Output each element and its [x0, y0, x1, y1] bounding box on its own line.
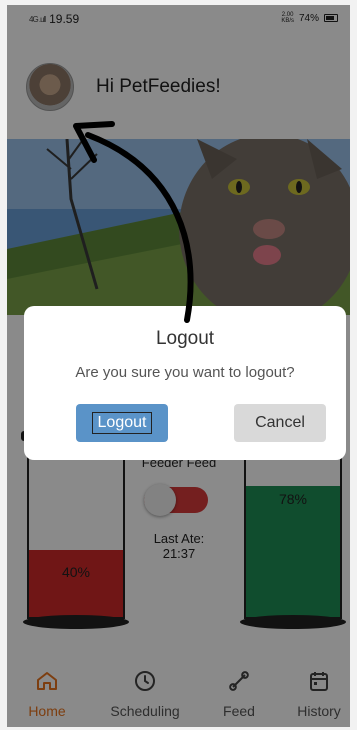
logout-dialog: Logout Are you sure you want to logout? …: [24, 306, 346, 460]
logout-button-label: Logout: [91, 412, 153, 434]
logout-button[interactable]: Logout: [76, 404, 168, 442]
cancel-button[interactable]: Cancel: [234, 404, 326, 442]
dialog-title: Logout: [155, 328, 215, 349]
app-screen: 4G .ull 19.59 2.00 KB/s 74% Hi PetFeedie…: [7, 5, 350, 727]
dialog-message: Are you sure you want to logout?: [75, 364, 295, 381]
